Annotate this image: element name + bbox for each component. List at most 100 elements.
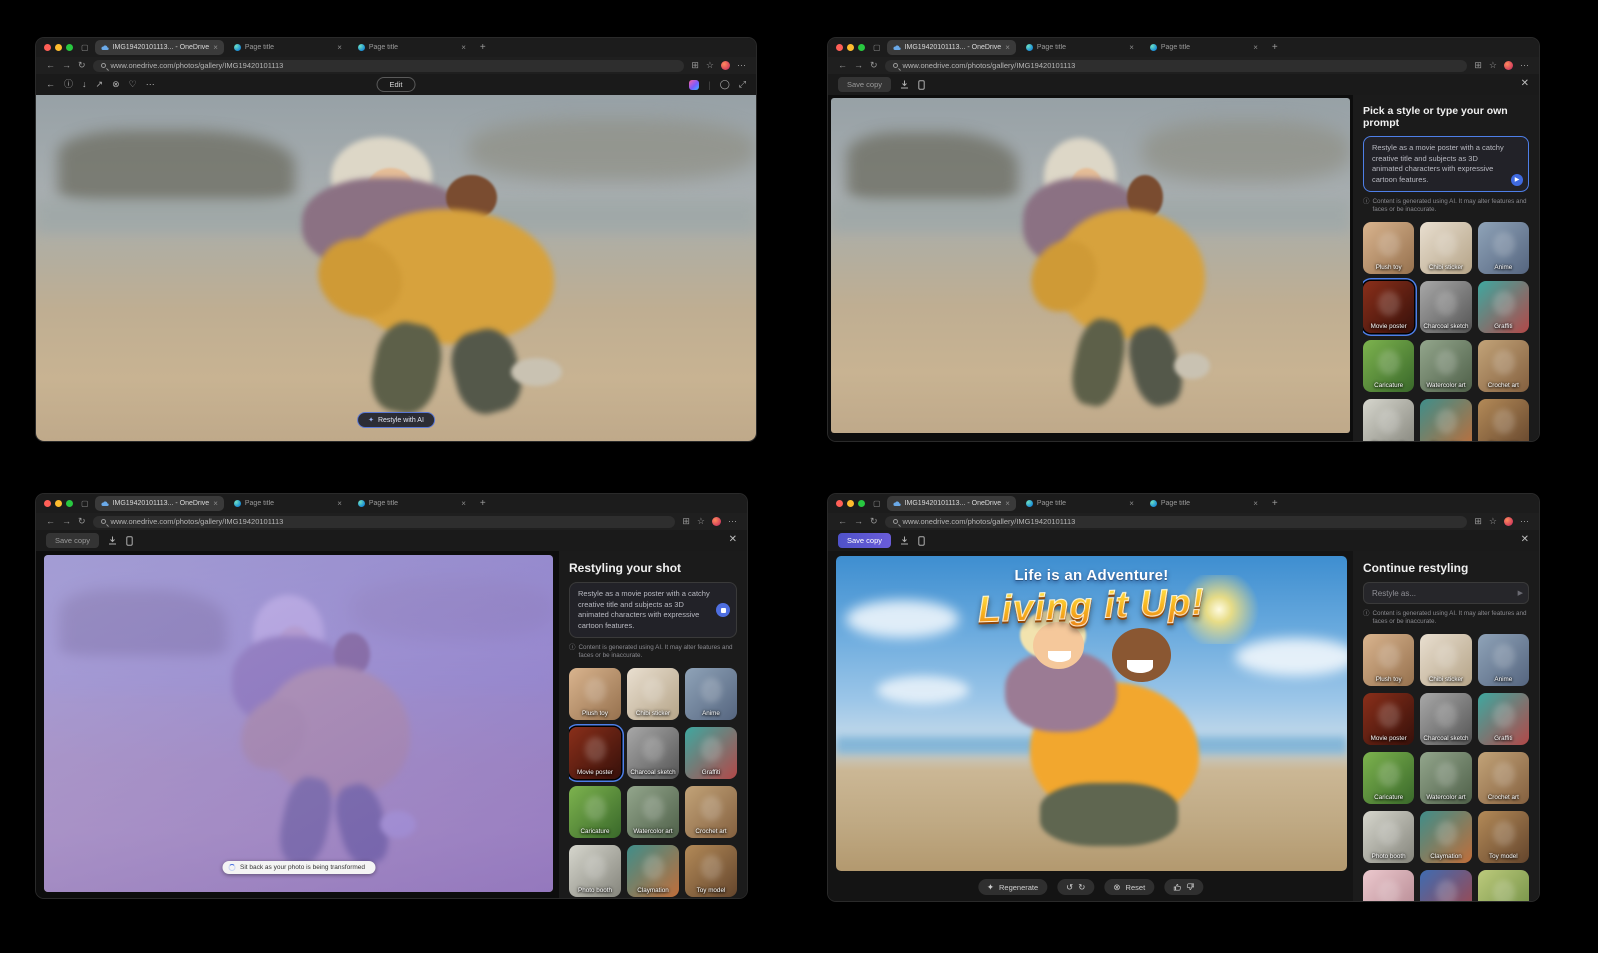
style-tile-claymation[interactable]: Claymation [1420, 811, 1471, 863]
refresh-icon[interactable]: ↻ [78, 517, 86, 526]
address-bar[interactable]: www.onedrive.com/photos/gallery/IMG19420… [885, 60, 1468, 72]
reset-button[interactable]: ⊗ Reset [1104, 879, 1154, 895]
address-bar[interactable]: www.onedrive.com/photos/gallery/IMG19420… [93, 516, 676, 528]
maximize-window-button[interactable] [66, 500, 73, 507]
style-tile-claymation[interactable]: Claymation [627, 845, 679, 897]
split-screen-icon[interactable]: ⊞ [1474, 61, 1482, 70]
style-tile-pop-art[interactable]: Pop art [1420, 870, 1471, 901]
maximize-window-button[interactable] [858, 500, 865, 507]
tab-page-title-1[interactable]: Page title × [1020, 496, 1140, 511]
style-tile-plush-toy[interactable]: Plush toy [1363, 634, 1414, 686]
share-icon[interactable]: ↗ [96, 80, 104, 89]
style-tile-caricature[interactable]: Caricature [1363, 340, 1414, 392]
close-window-button[interactable] [44, 44, 51, 51]
close-window-button[interactable] [836, 44, 843, 51]
minimize-window-button[interactable] [847, 500, 854, 507]
new-tab-button[interactable]: + [480, 498, 486, 509]
minimize-window-button[interactable] [847, 44, 854, 51]
tab-overview-icon[interactable]: ▢ [81, 43, 89, 52]
delete-icon[interactable]: ⊗ [112, 80, 120, 89]
favorites-icon[interactable]: ☆ [1489, 61, 1497, 70]
close-panel-icon[interactable]: ✕ [1521, 78, 1529, 89]
style-tile-anime[interactable]: Anime [685, 668, 737, 720]
mobile-device-icon[interactable] [918, 80, 925, 90]
new-tab-button[interactable]: + [1272, 42, 1278, 53]
undo-icon[interactable]: ↺ [1066, 883, 1073, 892]
new-tab-button[interactable]: + [1272, 498, 1278, 509]
tab-overview-icon[interactable]: ▢ [873, 499, 881, 508]
close-tab-icon[interactable]: × [213, 43, 218, 52]
style-tile-toy-model[interactable]: Toy model [1478, 399, 1529, 441]
profile-avatar[interactable] [712, 517, 721, 526]
save-copy-button[interactable]: Save copy [838, 77, 891, 92]
back-icon[interactable]: ← [46, 61, 55, 70]
style-tile-crochet-art[interactable]: Crochet art [1478, 340, 1529, 392]
forward-icon[interactable]: → [854, 517, 863, 526]
back-icon[interactable]: ← [46, 517, 55, 526]
stop-generating-button[interactable] [716, 603, 730, 617]
info-icon[interactable]: ⓘ [64, 80, 73, 89]
refresh-icon[interactable]: ↻ [78, 61, 86, 70]
back-icon[interactable]: ← [838, 61, 847, 70]
profile-avatar[interactable] [1504, 517, 1513, 526]
prompt-textarea[interactable]: Restyle as a movie poster with a catchy … [1363, 136, 1529, 192]
mobile-device-icon[interactable] [918, 536, 925, 546]
browser-menu-icon[interactable]: ⋯ [1520, 517, 1529, 526]
restyle-with-ai-button[interactable]: ✦ Restyle with AI [357, 412, 435, 428]
tab-page-title-2[interactable]: Page title × [1144, 496, 1264, 511]
new-tab-button[interactable]: + [480, 42, 486, 53]
more-options-icon[interactable]: ⋯ [146, 80, 155, 89]
close-window-button[interactable] [44, 500, 51, 507]
style-tile-plush-toy[interactable]: Plush toy [569, 668, 621, 720]
close-tab-icon[interactable]: × [337, 43, 342, 52]
tab-page-title-2[interactable]: Page title × [352, 40, 472, 55]
style-tile-graffiti[interactable]: Graffiti [1478, 281, 1529, 333]
close-tab-icon[interactable]: × [1005, 499, 1010, 508]
style-tile-crochet-art[interactable]: Crochet art [1478, 752, 1529, 804]
back-icon[interactable]: ← [838, 517, 847, 526]
close-window-button[interactable] [836, 500, 843, 507]
split-screen-icon[interactable]: ⊞ [691, 61, 699, 70]
close-tab-icon[interactable]: × [461, 499, 466, 508]
tab-page-title-1[interactable]: Page title × [1020, 40, 1140, 55]
style-tile-plush-toy[interactable]: Plush toy [1363, 222, 1414, 274]
tab-overview-icon[interactable]: ▢ [81, 499, 89, 508]
send-prompt-button[interactable]: ▶ [1511, 174, 1523, 186]
forward-icon[interactable]: → [62, 517, 71, 526]
tab-page-title-1[interactable]: Page title × [228, 496, 348, 511]
style-tile-graffiti[interactable]: Graffiti [685, 727, 737, 779]
close-tab-icon[interactable]: × [1129, 499, 1134, 508]
browser-menu-icon[interactable]: ⋯ [728, 517, 737, 526]
style-tile-storybook[interactable]: Storybook [1478, 870, 1529, 901]
download-icon[interactable] [108, 536, 117, 545]
style-tile-claymation[interactable]: Claymation [1420, 399, 1471, 441]
style-tile-watercolor-art[interactable]: Watercolor art [1420, 752, 1471, 804]
tab-onedrive[interactable]: IMG19420101113... - OneDrive × [95, 40, 224, 55]
refresh-icon[interactable]: ↻ [870, 517, 878, 526]
close-panel-icon[interactable]: ✕ [1521, 534, 1529, 545]
thumbs-up-icon[interactable] [1173, 883, 1181, 891]
address-bar[interactable]: www.onedrive.com/photos/gallery/IMG19420… [93, 60, 685, 72]
tab-page-title-2[interactable]: Page title × [1144, 40, 1264, 55]
style-tile-caricature[interactable]: Caricature [1363, 752, 1414, 804]
download-icon[interactable]: ↓ [82, 80, 87, 89]
minimize-window-button[interactable] [55, 500, 62, 507]
browser-menu-icon[interactable]: ⋯ [737, 61, 746, 70]
style-tile-watercolor-art[interactable]: Watercolor art [627, 786, 679, 838]
style-tile-toy-model[interactable]: Toy model [1478, 811, 1529, 863]
style-tile-chibi-sticker[interactable]: Chibi sticker [627, 668, 679, 720]
mobile-device-icon[interactable] [126, 536, 133, 546]
style-tile-charcoal-sketch[interactable]: Charcoal sketch [627, 727, 679, 779]
close-tab-icon[interactable]: × [337, 499, 342, 508]
regenerate-button[interactable]: ✦ Regenerate [978, 879, 1047, 895]
tab-onedrive[interactable]: IMG19420101113... - OneDrive × [887, 40, 1016, 55]
browser-menu-icon[interactable]: ⋯ [1520, 61, 1529, 70]
close-tab-icon[interactable]: × [461, 43, 466, 52]
forward-icon[interactable]: → [854, 61, 863, 70]
close-tab-icon[interactable]: × [1253, 43, 1258, 52]
split-screen-icon[interactable]: ⊞ [682, 517, 690, 526]
maximize-window-button[interactable] [858, 44, 865, 51]
designer-icon[interactable] [689, 80, 699, 90]
style-tile-anime[interactable]: Anime [1478, 222, 1529, 274]
style-tile-movie-poster[interactable]: Movie poster [569, 727, 621, 779]
